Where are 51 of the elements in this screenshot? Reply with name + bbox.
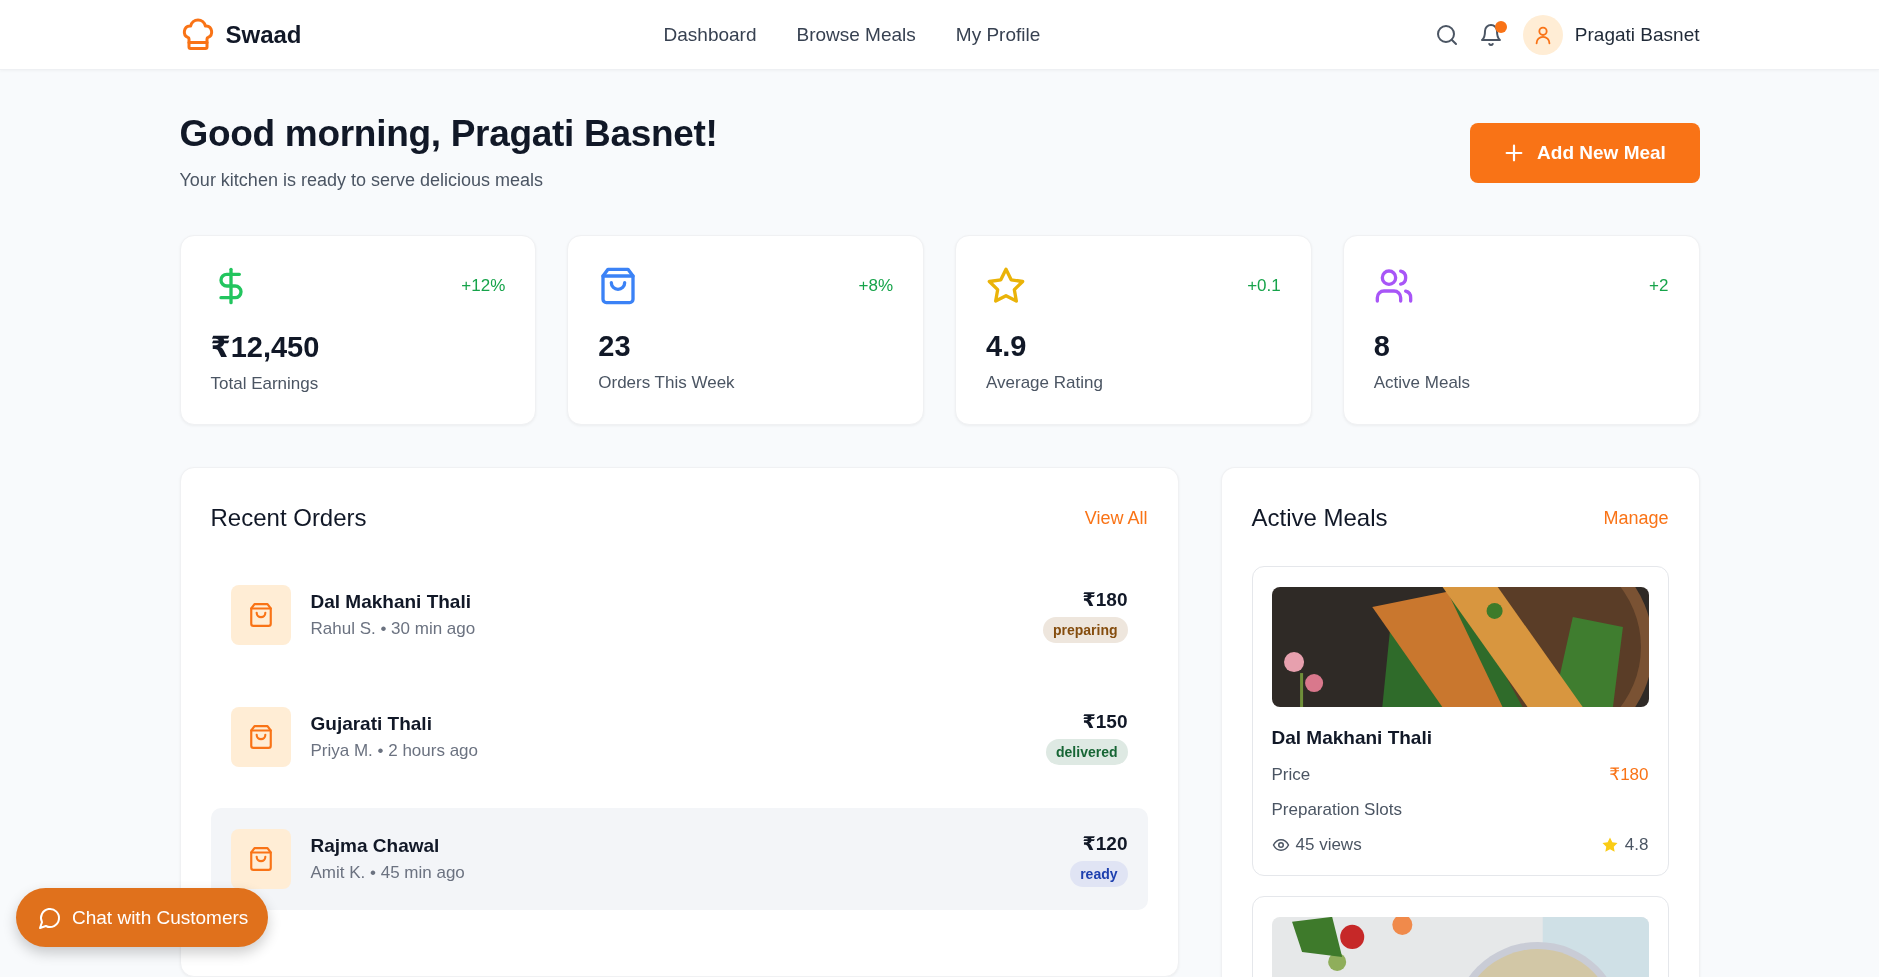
order-detail: Priya M. • 2 hours ago — [310, 741, 480, 761]
order-icon — [230, 707, 291, 767]
stat-label: Orders This Week — [598, 373, 736, 393]
panel-title: Active Meals — [1251, 504, 1388, 532]
stat-label: Average Rating — [986, 373, 1104, 393]
change-value: +12% — [461, 276, 506, 296]
meal-card[interactable]: Dal Makhani Thali Price ₹180 Preparation Slots 45 views 4.8 — [1251, 566, 1669, 876]
greeting-subtitle: Your kitchen is ready to serve delicious meals — [179, 170, 544, 191]
chat-bubble-icon — [38, 905, 62, 930]
meal-price: ₹180 — [1609, 764, 1649, 785]
nav-link[interactable]: Browse Meals — [796, 23, 916, 46]
star-icon — [1600, 836, 1619, 854]
price-label: Price — [1271, 764, 1311, 785]
order-detail: Amit K. • 45 min ago — [310, 863, 466, 883]
status-badge: delivered — [1046, 738, 1128, 765]
order-price: ₹150 — [1082, 709, 1128, 733]
greeting-title: Good morning, Pragati Basnet! — [179, 112, 718, 156]
status-badge: preparing — [1042, 616, 1128, 643]
order-price: ₹180 — [1082, 587, 1128, 611]
change-value: +8% — [858, 276, 893, 296]
slots-label: Preparation Slots — [1271, 800, 1402, 820]
brand-name: Swaad — [225, 20, 302, 49]
stat-label: Total Earnings — [210, 374, 320, 394]
order-meal: Dal Makhani Thali — [310, 591, 472, 613]
avatar-icon[interactable] — [1522, 14, 1563, 55]
status-badge: ready — [1070, 860, 1128, 887]
stat-label: Active Meals — [1373, 373, 1472, 393]
order-row[interactable]: Gujarati Thali Priya M. • 2 hours ago ₹150 delivered — [210, 686, 1148, 788]
meal-name: Dal Makhani Thali — [1271, 727, 1433, 749]
user-name[interactable]: Pragati Basnet — [1574, 23, 1700, 46]
stat-value: 23 — [598, 330, 632, 363]
stat-value: 8 — [1373, 330, 1391, 363]
stat-value: ₹12,450 — [210, 330, 321, 364]
nav-link[interactable]: My Profile — [955, 23, 1041, 46]
panel-title: Recent Orders — [210, 504, 367, 532]
nav-link[interactable]: Dashboard — [663, 23, 757, 46]
views-count: 45 views — [1295, 835, 1362, 855]
order-icon — [230, 829, 291, 889]
order-meal: Rajma Chawal — [310, 835, 441, 857]
stat-value: 4.9 — [986, 330, 1028, 363]
search-icon[interactable] — [1434, 22, 1459, 47]
order-row[interactable]: Rajma Chawal Amit K. • 45 min ago ₹120 ready — [210, 808, 1148, 910]
order-meal: Gujarati Thali — [310, 713, 433, 735]
eye-icon — [1271, 836, 1290, 854]
change-value: +0.1 — [1247, 276, 1281, 296]
change-value: +2 — [1649, 276, 1669, 296]
order-price: ₹120 — [1082, 831, 1128, 855]
order-row[interactable]: Dal Makhani Thali Rahul S. • 30 min ago ₹180 preparing — [210, 564, 1148, 666]
order-detail: Rahul S. • 30 min ago — [310, 619, 477, 639]
order-icon — [230, 585, 291, 645]
meal-rating: 4.8 — [1624, 835, 1649, 855]
